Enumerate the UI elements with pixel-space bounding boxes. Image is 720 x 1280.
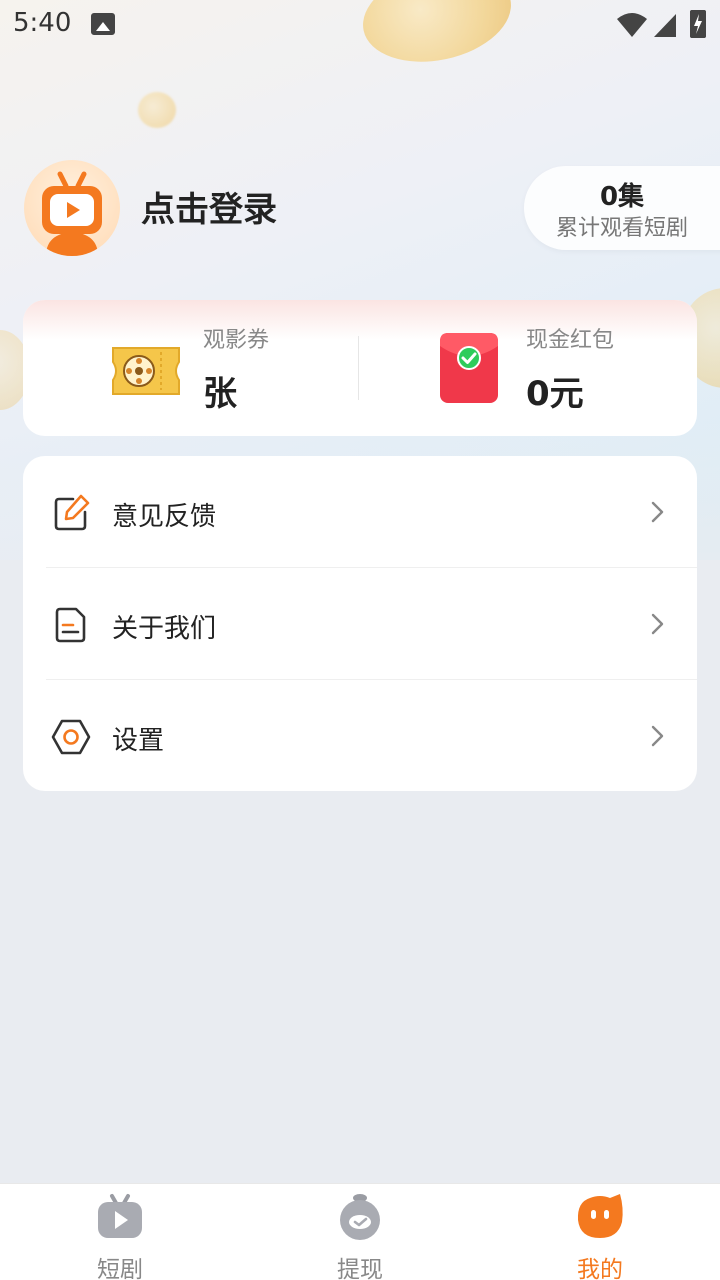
tv-mascot-icon — [42, 171, 102, 256]
bottom-nav: 短剧 提现 我的 — [0, 1183, 720, 1280]
document-icon — [55, 607, 86, 643]
nav-label: 我的 — [577, 1257, 623, 1280]
signal-icon — [654, 14, 676, 37]
tab-withdraw[interactable]: 提现 — [240, 1184, 480, 1280]
menu-item-label: 设置 — [112, 726, 165, 756]
avatar[interactable] — [24, 160, 120, 256]
menu-item-label: 关于我们 — [112, 614, 217, 644]
image-notification-icon — [91, 13, 115, 35]
nav-label: 提现 — [337, 1257, 383, 1280]
wifi-icon — [617, 13, 647, 37]
watch-label: 累计观看短剧 — [555, 216, 688, 241]
menu-item-settings[interactable]: 设置 — [23, 680, 697, 792]
status-bar: 5:40 — [0, 0, 720, 50]
ticket-value[interactable]: 张 — [203, 366, 237, 415]
chevron-right-icon — [651, 725, 664, 747]
coin-decoration — [138, 92, 176, 128]
wallet-card: 观影券 张 现金红包 0元 — [23, 300, 697, 436]
tab-me[interactable]: 我的 — [480, 1184, 720, 1280]
settings-menu: 意见反馈 关于我们 设置 — [23, 456, 697, 791]
menu-item-about[interactable]: 关于我们 — [23, 568, 697, 680]
me-icon — [577, 1194, 623, 1238]
red-packet-icon[interactable] — [439, 332, 499, 404]
nav-label: 短剧 — [97, 1257, 143, 1280]
tab-short-drama[interactable]: 短剧 — [0, 1184, 240, 1280]
tv-icon — [98, 1194, 142, 1238]
settings-icon — [51, 719, 91, 755]
menu-item-label: 意见反馈 — [112, 502, 217, 532]
battery-icon — [690, 10, 706, 38]
withdraw-icon — [340, 1194, 380, 1240]
wallet-divider — [358, 336, 359, 400]
movie-ticket-icon[interactable] — [109, 344, 183, 398]
cash-label: 现金红包 — [526, 328, 615, 353]
watch-stats-card[interactable]: 0集 累计观看短剧 — [524, 166, 720, 250]
login-link[interactable]: 点击登录 — [141, 182, 277, 231]
chevron-right-icon — [651, 613, 664, 635]
ticket-label: 观影券 — [203, 328, 270, 353]
status-time: 5:40 — [13, 8, 72, 38]
cash-value[interactable]: 0元 — [526, 366, 584, 415]
chevron-right-icon — [651, 501, 664, 523]
menu-item-feedback[interactable]: 意见反馈 — [23, 456, 697, 568]
edit-icon — [54, 494, 90, 531]
watch-count: 0集 — [599, 182, 645, 212]
